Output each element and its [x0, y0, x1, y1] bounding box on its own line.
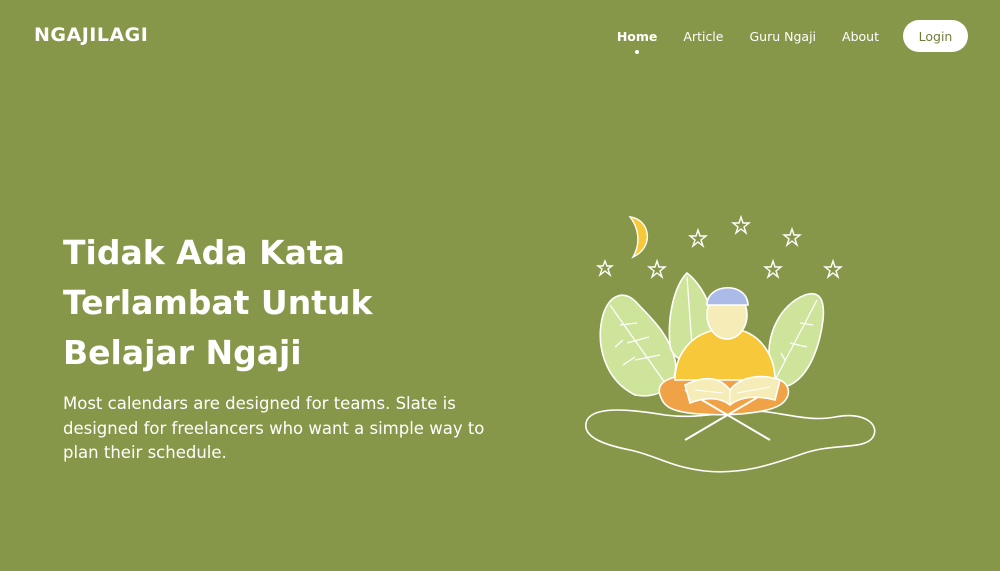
hero-title: Tidak Ada Kata Terlambat Untuk Belajar N…: [63, 228, 443, 378]
hero-title-line-2: Terlambat Untuk: [63, 283, 373, 322]
star-icon: [823, 258, 843, 280]
star-icon: [595, 259, 615, 278]
brand-logo[interactable]: NGAJILAGI: [34, 24, 148, 46]
cap: [706, 286, 749, 306]
nav-article[interactable]: Article: [683, 29, 723, 44]
landing-page: NGAJILAGI Home Article Guru Ngaji About …: [0, 0, 1000, 571]
nav-home-label: Home: [616, 28, 658, 44]
hero-title-line-1: Tidak Ada Kata: [63, 233, 345, 272]
ground-outline: [585, 409, 876, 473]
quran-reader-illustration: [585, 214, 876, 473]
stars: [595, 214, 843, 280]
hero-description: Most calendars are designed for teams. S…: [63, 394, 485, 462]
moon-icon: [628, 216, 649, 259]
nav-guru-ngaji[interactable]: Guru Ngaji: [749, 29, 816, 44]
star-icon: [763, 258, 783, 280]
hero-title-line-3: Belajar Ngaji: [63, 333, 302, 372]
login-button[interactable]: Login: [903, 20, 968, 52]
star-icon: [647, 258, 667, 280]
star-icon: [688, 227, 708, 249]
nav-about[interactable]: About: [842, 29, 879, 44]
top-nav: Home Article Guru Ngaji About Login: [591, 20, 968, 54]
star-icon: [731, 214, 751, 236]
star-icon: [782, 226, 802, 248]
active-indicator-dot: [635, 49, 640, 54]
nav-home[interactable]: Home: [616, 28, 658, 54]
